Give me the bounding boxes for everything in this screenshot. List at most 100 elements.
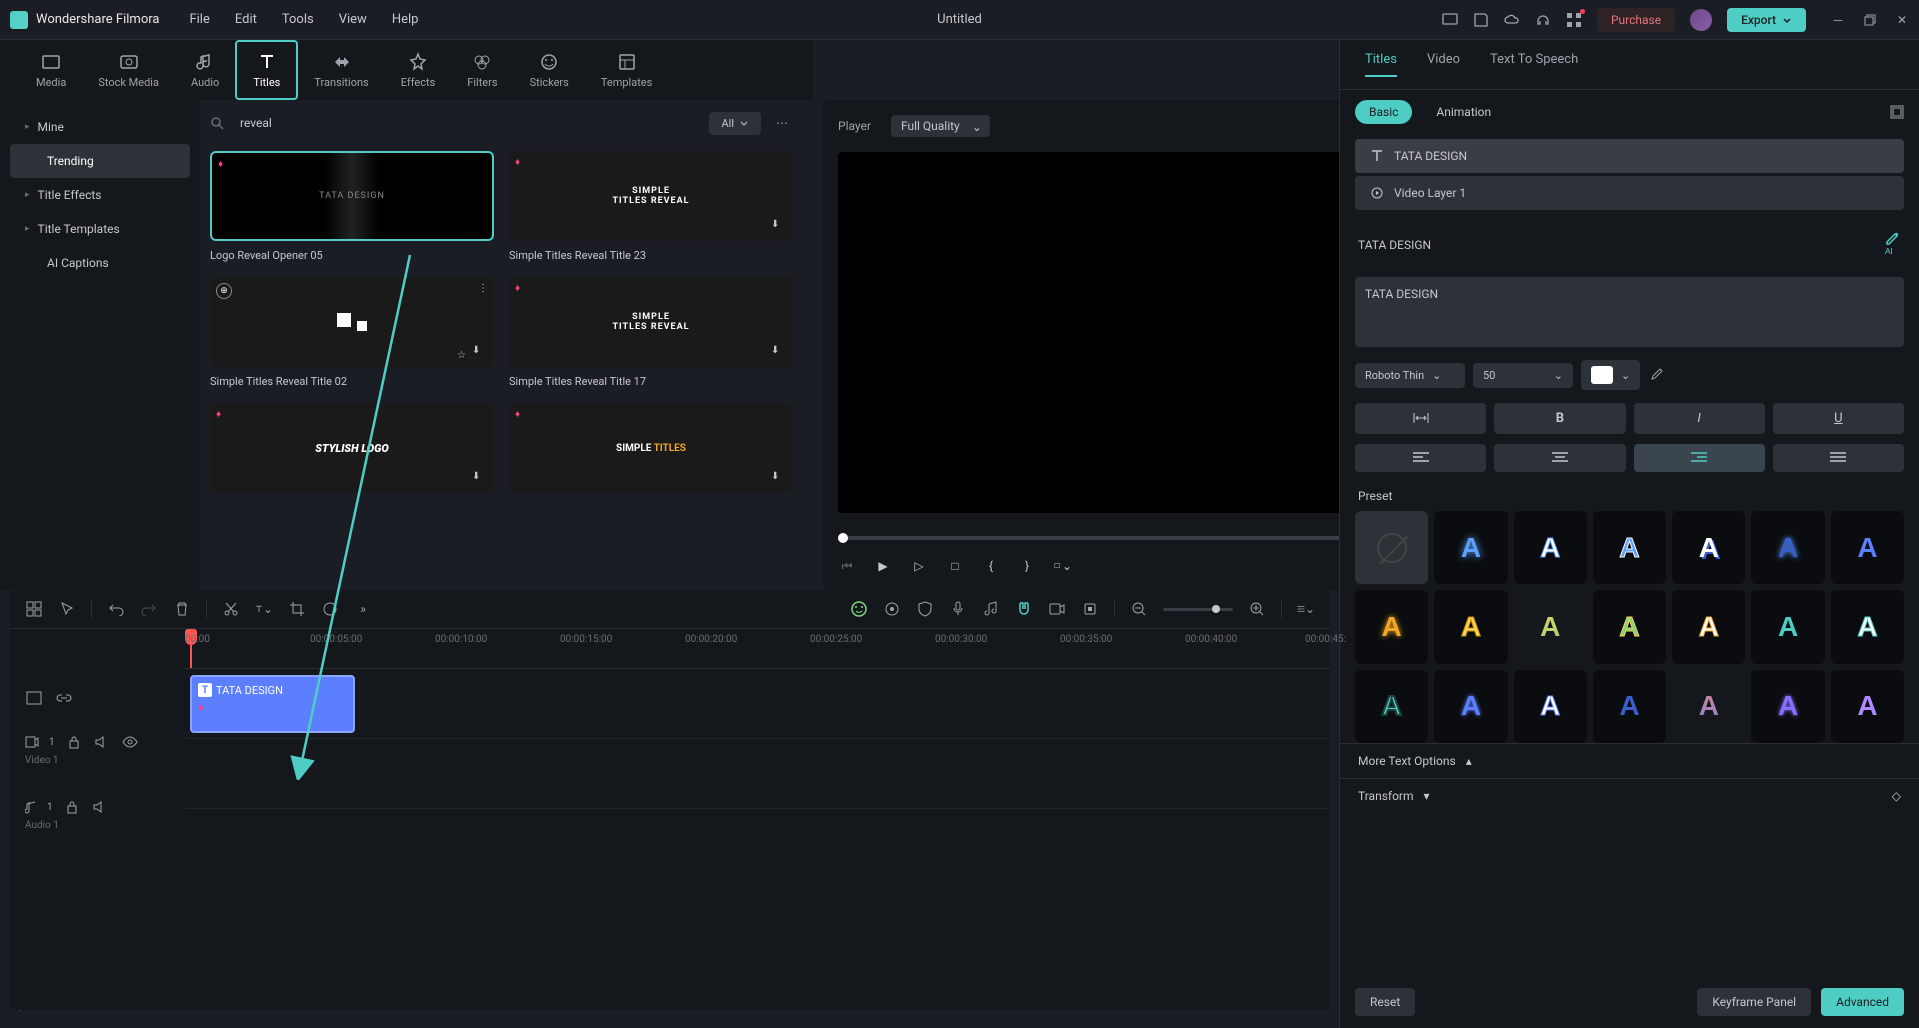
cut-icon[interactable] bbox=[222, 600, 240, 618]
menu-help[interactable]: Help bbox=[392, 12, 419, 27]
prev-frame-icon[interactable]: ⏮ bbox=[838, 557, 856, 575]
mark-in-icon[interactable]: { bbox=[982, 557, 1000, 575]
text-content-input[interactable]: TATA DESIGN bbox=[1355, 277, 1904, 347]
save-icon[interactable] bbox=[1473, 12, 1489, 28]
download-icon[interactable]: ⬇ bbox=[472, 345, 488, 361]
filter-dropdown[interactable]: All bbox=[709, 112, 761, 135]
undo-icon[interactable] bbox=[107, 600, 125, 618]
preset-item[interactable]: A bbox=[1514, 590, 1587, 663]
preset-item[interactable]: A bbox=[1751, 590, 1824, 663]
preset-item[interactable]: A bbox=[1831, 670, 1904, 743]
tab-audio[interactable]: Audio bbox=[175, 40, 235, 100]
preset-item[interactable]: A bbox=[1672, 511, 1745, 584]
align-right-button[interactable] bbox=[1634, 444, 1765, 472]
tab-effects[interactable]: Effects bbox=[385, 40, 452, 100]
redo-icon[interactable] bbox=[140, 600, 158, 618]
keyframe-panel-button[interactable]: Keyframe Panel bbox=[1697, 988, 1811, 1016]
face-tracking-icon[interactable] bbox=[850, 600, 868, 618]
item-menu-icon[interactable]: ⋮ bbox=[478, 283, 488, 294]
tab-media[interactable]: Media bbox=[20, 40, 82, 100]
align-left-button[interactable] bbox=[1355, 444, 1486, 472]
quality-dropdown[interactable]: Full Quality⌄ bbox=[891, 115, 990, 137]
mark-out-icon[interactable]: } bbox=[1018, 557, 1036, 575]
rp-subtab-animation[interactable]: Animation bbox=[1422, 100, 1505, 124]
zoom-thumb[interactable] bbox=[1212, 605, 1220, 613]
preset-item[interactable]: A bbox=[1831, 511, 1904, 584]
mute-icon[interactable] bbox=[91, 798, 109, 816]
font-family-dropdown[interactable]: Roboto Thin⌄ bbox=[1355, 363, 1465, 388]
marker-icon[interactable] bbox=[1081, 600, 1099, 618]
apps-icon[interactable] bbox=[1566, 12, 1582, 28]
preset-item[interactable]: A bbox=[1355, 590, 1428, 663]
zoom-icon[interactable]: ⊕ bbox=[216, 283, 232, 299]
tab-titles[interactable]: Titles bbox=[235, 40, 298, 100]
lock-icon[interactable] bbox=[63, 798, 81, 816]
expand-panel-icon[interactable] bbox=[1890, 105, 1904, 119]
preset-item[interactable]: A bbox=[1672, 590, 1745, 663]
download-icon[interactable]: ⬇ bbox=[472, 471, 488, 487]
text-tool-icon[interactable]: ⌄ bbox=[255, 600, 273, 618]
shield-icon[interactable] bbox=[916, 600, 934, 618]
grid-item[interactable]: SIMPLE TITLES♦⬇ bbox=[509, 403, 793, 493]
magnet-icon[interactable] bbox=[1015, 600, 1033, 618]
layer-item-video[interactable]: Video Layer 1 bbox=[1355, 176, 1904, 210]
ratio-dropdown[interactable]: ⌄ bbox=[1054, 557, 1072, 575]
tab-stock-media[interactable]: Stock Media bbox=[82, 40, 175, 100]
iris-icon[interactable] bbox=[883, 600, 901, 618]
lock-icon[interactable] bbox=[65, 733, 83, 751]
text-spacing-button[interactable] bbox=[1355, 403, 1486, 434]
sidebar-item-trending[interactable]: Trending bbox=[10, 144, 190, 178]
menu-tools[interactable]: Tools bbox=[282, 12, 314, 27]
color-palette-icon[interactable] bbox=[321, 600, 339, 618]
window-minimize[interactable]: ─ bbox=[1831, 13, 1845, 27]
track-area[interactable]: 00:00 00:00:05:00 00:00:10:00 00:00:15:0… bbox=[185, 629, 1330, 969]
record-icon[interactable] bbox=[1048, 600, 1066, 618]
video-track-lane[interactable]: TTATA DESIGN ♦ bbox=[185, 669, 1330, 739]
selection-tool-icon[interactable] bbox=[58, 600, 76, 618]
tab-filters[interactable]: Filters bbox=[451, 40, 513, 100]
rp-subtab-basic[interactable]: Basic bbox=[1355, 100, 1412, 124]
grid-item[interactable]: ⊕⋮☆⬇ Simple Titles Reveal Title 02 bbox=[210, 277, 494, 388]
grid-item[interactable]: SIMPLE TITLES REVEAL♦⬇ Simple Titles Rev… bbox=[509, 277, 793, 388]
more-tools-icon[interactable]: » bbox=[354, 600, 372, 618]
preset-item[interactable]: A bbox=[1355, 670, 1428, 743]
grid-item[interactable]: SIMPLE TITLES REVEAL♦⬇ Simple Titles Rev… bbox=[509, 151, 793, 262]
link-icon[interactable] bbox=[55, 689, 73, 707]
font-color-picker[interactable]: ⌄ bbox=[1581, 360, 1640, 390]
preset-item[interactable]: A bbox=[1593, 670, 1666, 743]
preset-item[interactable]: A bbox=[1514, 670, 1587, 743]
timeline-clip[interactable]: TTATA DESIGN ♦ bbox=[190, 675, 355, 733]
italic-button[interactable]: I bbox=[1634, 403, 1765, 434]
track-thumb-icon[interactable] bbox=[25, 689, 43, 707]
zoom-slider[interactable] bbox=[1163, 608, 1233, 611]
display-icon[interactable] bbox=[1442, 12, 1458, 28]
ai-edit-icon[interactable]: ᴬᴵ bbox=[1885, 230, 1901, 260]
download-icon[interactable]: ⬇ bbox=[771, 219, 787, 235]
headset-icon[interactable] bbox=[1535, 12, 1551, 28]
align-justify-button[interactable] bbox=[1773, 444, 1904, 472]
menu-edit[interactable]: Edit bbox=[235, 12, 257, 27]
preset-item[interactable]: A bbox=[1514, 511, 1587, 584]
layer-item-text[interactable]: TATA DESIGN bbox=[1355, 139, 1904, 173]
tab-stickers[interactable]: Stickers bbox=[514, 40, 585, 100]
scrub-thumb[interactable] bbox=[838, 533, 848, 543]
preset-item[interactable]: A bbox=[1593, 511, 1666, 584]
play-icon[interactable]: ▶ bbox=[874, 557, 892, 575]
menu-view[interactable]: View bbox=[339, 12, 367, 27]
zoom-out-icon[interactable] bbox=[1130, 600, 1148, 618]
export-button[interactable]: Export bbox=[1727, 8, 1806, 32]
sidebar-item-mine[interactable]: ▸Mine bbox=[10, 110, 190, 144]
grid-item[interactable]: TATA DESIGN♦ Logo Reveal Opener 05 bbox=[210, 151, 494, 262]
keyframe-diamond-icon[interactable]: ◇ bbox=[1892, 789, 1901, 803]
more-text-options-toggle[interactable]: More Text Options▴ bbox=[1340, 743, 1919, 778]
rp-tab-video[interactable]: Video bbox=[1427, 52, 1460, 77]
reset-button[interactable]: Reset bbox=[1355, 988, 1415, 1016]
preset-item[interactable]: A bbox=[1751, 670, 1824, 743]
preset-item[interactable]: A bbox=[1831, 590, 1904, 663]
bold-button[interactable]: B bbox=[1494, 403, 1625, 434]
window-close[interactable]: ✕ bbox=[1895, 13, 1909, 27]
zoom-in-icon[interactable] bbox=[1248, 600, 1266, 618]
cloud-icon[interactable] bbox=[1504, 12, 1520, 28]
align-center-button[interactable] bbox=[1494, 444, 1625, 472]
preset-item[interactable]: A bbox=[1593, 590, 1666, 663]
